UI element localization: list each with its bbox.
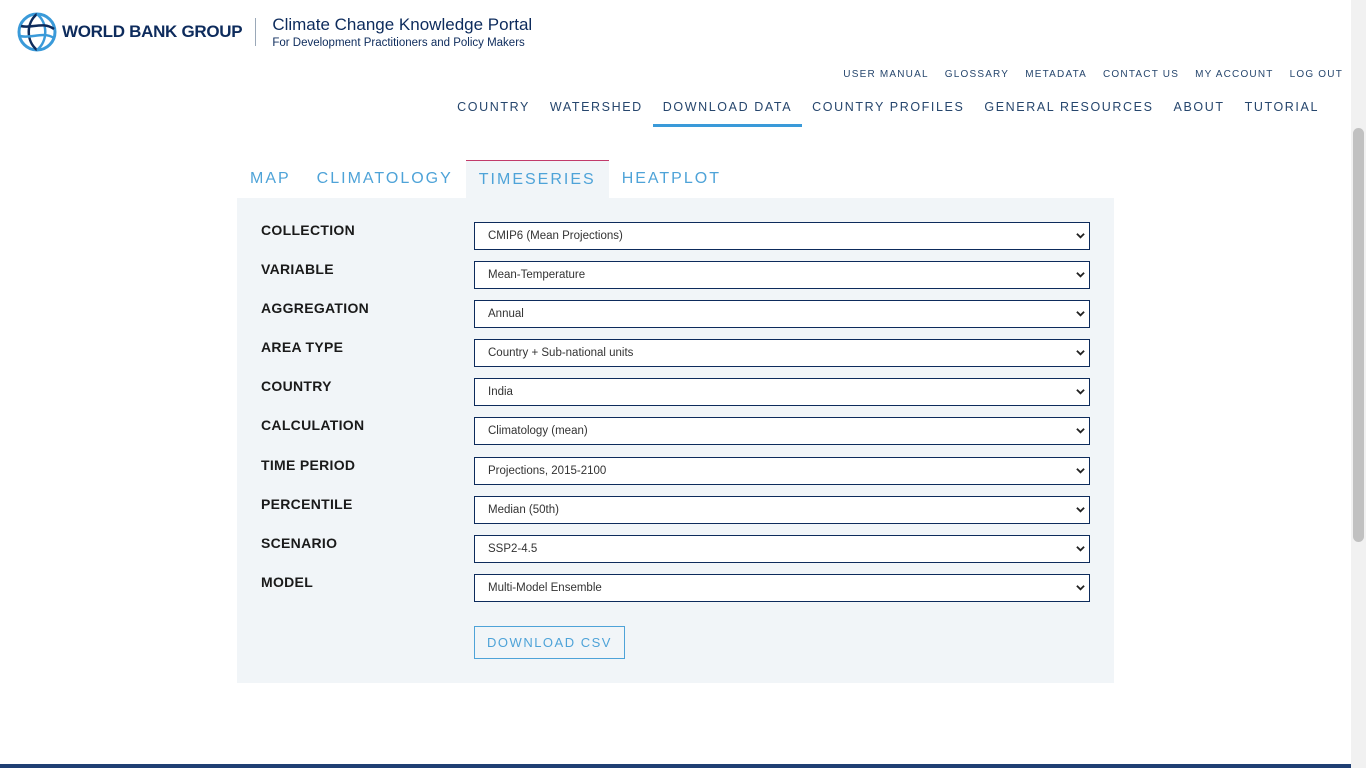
percentile-select[interactable]: Median (50th): [474, 496, 1090, 524]
user-manual-link[interactable]: USER MANUAL: [843, 69, 928, 80]
chevron-down-icon: [1076, 233, 1085, 239]
field-label: VARIABLE: [261, 261, 334, 277]
field-time-period: TIME PERIOD Projections, 2015-2100: [261, 457, 1091, 485]
field-scenario: SCENARIO SSP2-4.5: [261, 535, 1091, 563]
tab-heatplot[interactable]: HEATPLOT: [609, 160, 734, 198]
logo-divider: [255, 18, 257, 46]
chevron-down-icon: [1076, 546, 1085, 552]
time-period-select[interactable]: Projections, 2015-2100: [474, 457, 1090, 485]
select-value: Country + Sub-national units: [488, 347, 634, 359]
nav-watershed[interactable]: WATERSHED: [540, 100, 653, 127]
metadata-link[interactable]: METADATA: [1025, 69, 1087, 80]
select-value: Mean-Temperature: [488, 269, 586, 281]
area-type-select[interactable]: Country + Sub-national units: [474, 339, 1090, 367]
tab-climatology[interactable]: CLIMATOLOGY: [304, 160, 466, 198]
field-label: COUNTRY: [261, 378, 332, 394]
footer-bar: [0, 764, 1351, 768]
log-out-link[interactable]: LOG OUT: [1290, 69, 1343, 80]
select-value: Projections, 2015-2100: [488, 465, 607, 477]
chevron-down-icon: [1076, 585, 1085, 591]
download-form-panel: COLLECTION CMIP6 (Mean Projections) VARI…: [237, 198, 1114, 683]
nav-download-data[interactable]: DOWNLOAD DATA: [652, 100, 803, 127]
chevron-down-icon: [1076, 272, 1085, 278]
brand-name: WORLD BANK GROUP: [62, 22, 243, 41]
chevron-down-icon: [1076, 468, 1085, 474]
field-label: PERCENTILE: [261, 496, 353, 512]
select-value: Multi-Model Ensemble: [488, 582, 602, 594]
select-value: India: [488, 386, 513, 398]
field-calculation: CALCULATION Climatology (mean): [261, 417, 1091, 445]
nav-general-resources[interactable]: GENERAL RESOURCES: [974, 100, 1163, 127]
field-label: AGGREGATION: [261, 300, 370, 316]
field-label: MODEL: [261, 574, 314, 590]
field-variable: VARIABLE Mean-Temperature: [261, 261, 1091, 289]
field-label: CALCULATION: [261, 417, 365, 433]
field-aggregation: AGGREGATION Annual: [261, 300, 1091, 328]
utility-nav: USER MANUAL GLOSSARY METADATA CONTACT US…: [843, 69, 1343, 80]
collection-select[interactable]: CMIP6 (Mean Projections): [474, 222, 1090, 250]
data-view-tabs: MAP CLIMATOLOGY TIMESERIES HEATPLOT: [237, 160, 734, 198]
globe-icon: [17, 12, 57, 52]
chevron-down-icon: [1076, 428, 1085, 434]
field-label: AREA TYPE: [261, 339, 344, 355]
scrollbar-thumb[interactable]: [1353, 128, 1364, 542]
chevron-down-icon: [1076, 350, 1085, 356]
glossary-link[interactable]: GLOSSARY: [945, 69, 1009, 80]
nav-about[interactable]: ABOUT: [1164, 100, 1235, 127]
field-area-type: AREA TYPE Country + Sub-national units: [261, 339, 1091, 367]
page-scrollbar[interactable]: [1351, 0, 1366, 768]
main-nav: COUNTRY WATERSHED DOWNLOAD DATA COUNTRY …: [447, 100, 1329, 127]
field-label: COLLECTION: [261, 222, 355, 238]
field-collection: COLLECTION CMIP6 (Mean Projections): [261, 222, 1091, 250]
select-value: Annual: [488, 308, 524, 320]
nav-country-profiles[interactable]: COUNTRY PROFILES: [802, 100, 974, 127]
aggregation-select[interactable]: Annual: [474, 300, 1090, 328]
my-account-link[interactable]: MY ACCOUNT: [1195, 69, 1274, 80]
nav-country[interactable]: COUNTRY: [447, 100, 540, 127]
field-percentile: PERCENTILE Median (50th): [261, 496, 1091, 524]
field-label: TIME PERIOD: [261, 457, 356, 473]
country-select[interactable]: India: [474, 378, 1090, 406]
field-model: MODEL Multi-Model Ensemble: [261, 574, 1091, 602]
portal-subtitle: For Development Practitioners and Policy…: [272, 37, 525, 49]
portal-title: Climate Change Knowledge Portal: [272, 15, 533, 34]
scenario-select[interactable]: SSP2-4.5: [474, 535, 1090, 563]
field-country: COUNTRY India: [261, 378, 1091, 406]
select-value: Median (50th): [488, 504, 559, 516]
model-select[interactable]: Multi-Model Ensemble: [474, 574, 1090, 602]
chevron-down-icon: [1076, 389, 1085, 395]
select-value: SSP2-4.5: [488, 543, 538, 555]
nav-tutorial[interactable]: TUTORIAL: [1235, 100, 1329, 127]
tab-timeseries[interactable]: TIMESERIES: [465, 160, 609, 198]
chevron-down-icon: [1076, 311, 1085, 317]
select-value: CMIP6 (Mean Projections): [488, 230, 623, 242]
site-header: WORLD BANK GROUP Climate Change Knowledg…: [0, 0, 1351, 130]
download-csv-button[interactable]: DOWNLOAD CSV: [474, 626, 625, 659]
calculation-select[interactable]: Climatology (mean): [474, 417, 1090, 445]
chevron-down-icon: [1076, 507, 1085, 513]
contact-us-link[interactable]: CONTACT US: [1103, 69, 1179, 80]
field-label: SCENARIO: [261, 535, 338, 551]
portal-title-block: Climate Change Knowledge Portal For Deve…: [272, 15, 532, 49]
select-value: Climatology (mean): [488, 425, 588, 437]
world-bank-logo[interactable]: WORLD BANK GROUP Climate Change Knowledg…: [16, 11, 532, 53]
tab-map[interactable]: MAP: [237, 160, 304, 198]
variable-select[interactable]: Mean-Temperature: [474, 261, 1090, 289]
